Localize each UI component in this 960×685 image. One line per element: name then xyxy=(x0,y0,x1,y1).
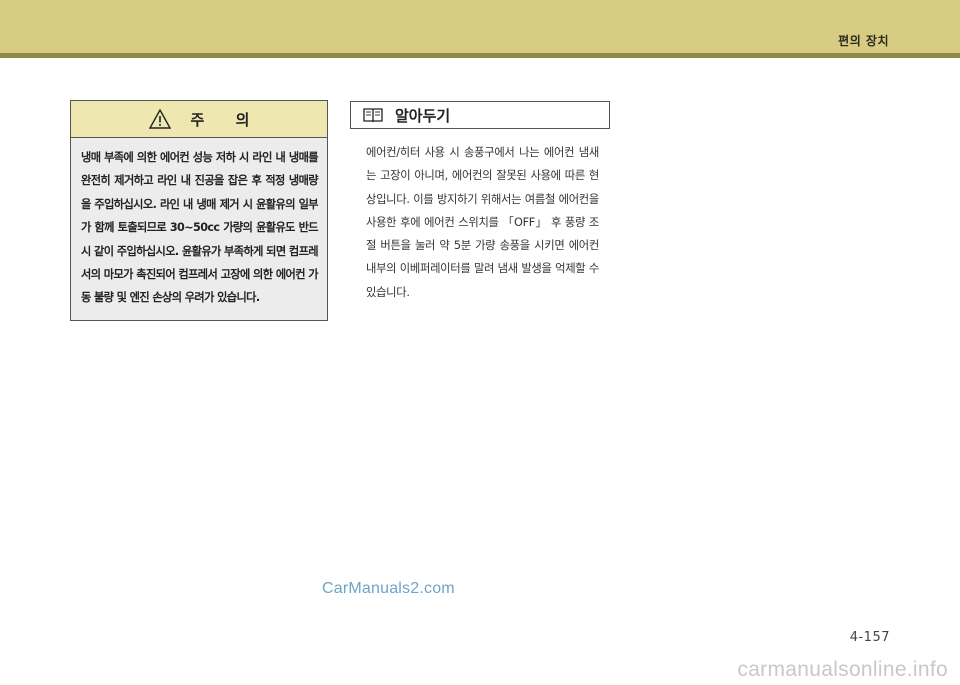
book-icon xyxy=(363,107,383,123)
caution-title: 주 의 xyxy=(190,110,250,129)
footer-watermark: carmanualsonline.info xyxy=(737,658,948,681)
watermark-link[interactable]: CarManuals2.com xyxy=(322,580,455,598)
section-title: 편의 장치 xyxy=(838,34,889,48)
caution-text: 냉매 부족에 의한 에어컨 성능 저하 시 라인 내 냉매를 완전히 제거하고 … xyxy=(81,151,319,305)
note-header: 알아두기 xyxy=(350,101,610,129)
caution-box: 주 의 냉매 부족에 의한 에어컨 성능 저하 시 라인 내 냉매를 완전히 제… xyxy=(70,100,328,321)
warning-triangle-icon xyxy=(148,108,171,129)
note-text: 에어컨/히터 사용 시 송풍구에서 나는 에어컨 냄새는 고장이 아니며, 에어… xyxy=(366,146,599,299)
page-number: 4-157 xyxy=(849,630,890,645)
note-title: 알아두기 xyxy=(395,106,451,125)
header-band xyxy=(0,0,960,53)
caution-header: 주 의 xyxy=(71,101,327,138)
header-rule xyxy=(0,53,960,58)
